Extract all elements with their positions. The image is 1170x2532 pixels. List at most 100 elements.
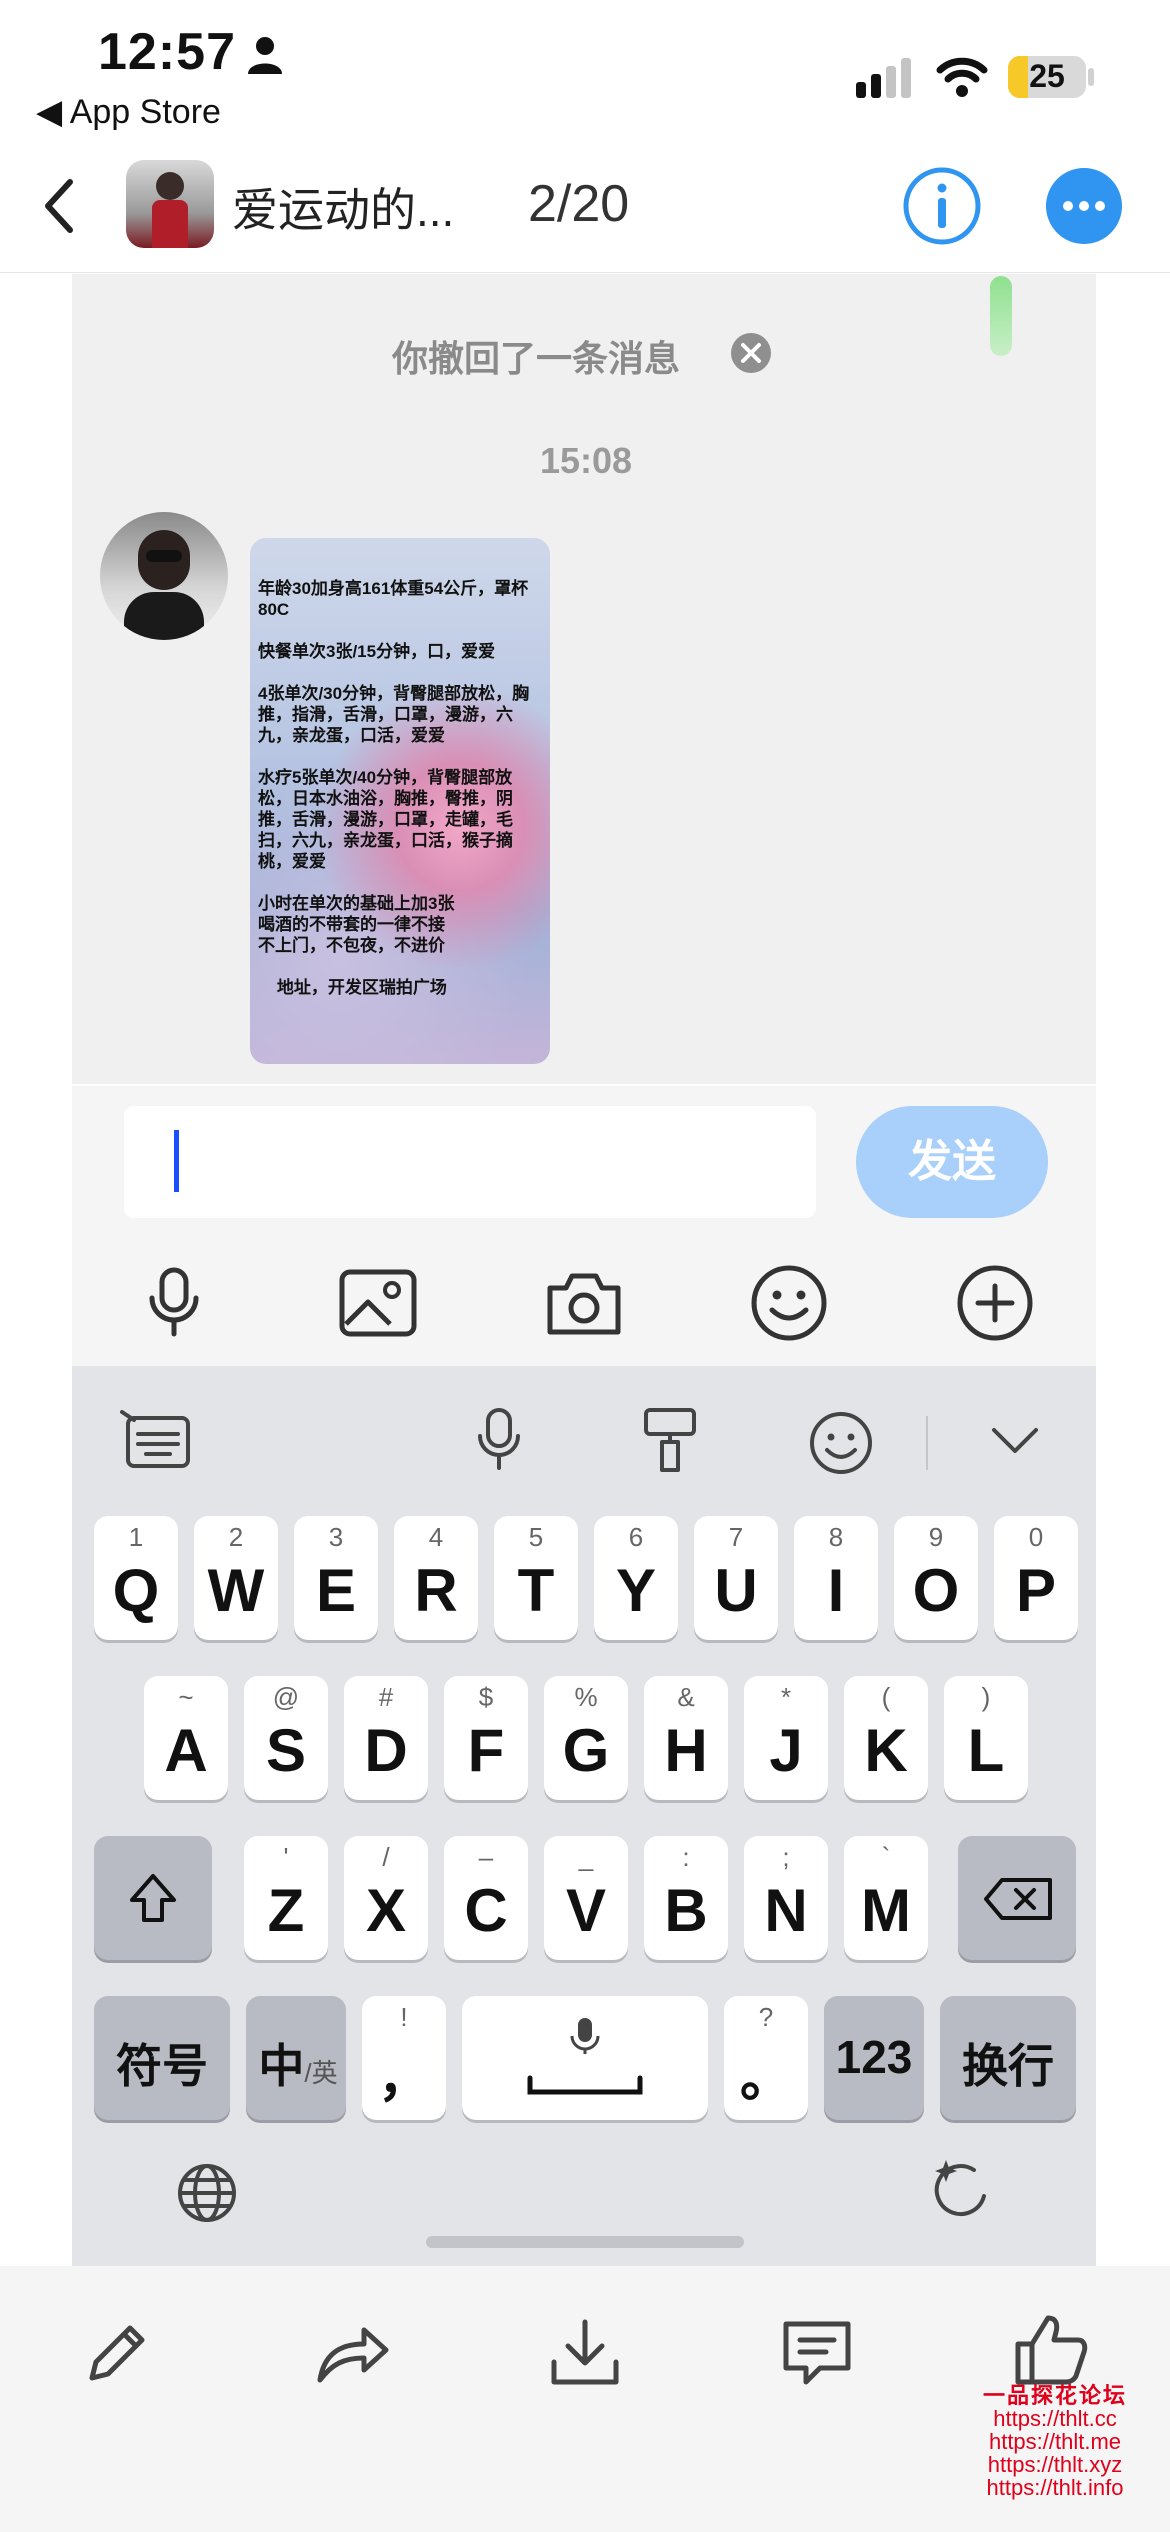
key-x[interactable]: / X <box>344 1836 428 1960</box>
key-b-letter: B <box>664 1877 708 1944</box>
backspace-key[interactable] <box>958 1836 1076 1960</box>
symbols-key-label: 符号 <box>116 2040 208 2092</box>
key-w[interactable]: 2W <box>194 1516 278 1640</box>
key-m[interactable]: ` M <box>844 1836 928 1960</box>
key-l-num: ) <box>981 1682 991 1712</box>
key-k[interactable]: (K <box>844 1676 928 1800</box>
scroll-indicator[interactable] <box>990 276 1012 356</box>
enter-key-label: 换行 <box>962 2040 1054 2092</box>
key-d-letter: D <box>364 1717 408 1784</box>
key-v[interactable]: _ V <box>544 1836 628 1960</box>
key-l-letter: L <box>967 1717 1005 1784</box>
key-u-num: 7 <box>728 1522 744 1552</box>
camera-icon[interactable] <box>544 1268 624 1338</box>
voice-input-icon[interactable] <box>474 1406 524 1472</box>
text-caret <box>174 1130 179 1192</box>
key-q[interactable]: 1Q <box>94 1516 178 1640</box>
image-message[interactable]: 年龄30加身高161体重54公斤，罩杯80C 快餐单次3张/15分钟，口，爱爱 … <box>250 538 550 1064</box>
keyboard-layout-icon[interactable] <box>120 1410 192 1470</box>
key-b[interactable]: :B <box>644 1836 728 1960</box>
key-t[interactable]: 5T <box>494 1516 578 1640</box>
language-switch-key[interactable]: 中/英 <box>246 1996 346 2120</box>
key-f[interactable]: $ F <box>444 1676 528 1800</box>
close-icon[interactable] <box>730 332 772 374</box>
key-z[interactable]: ' Z <box>244 1836 328 1960</box>
page-counter: 2/20 <box>528 175 630 233</box>
key-c-letter: C <box>464 1877 508 1944</box>
key-r[interactable]: 4R <box>394 1516 478 1640</box>
avatar-outfit <box>124 592 204 640</box>
space-key[interactable] <box>462 1996 708 2120</box>
key-m-num: ` <box>881 1842 891 1872</box>
keyboard-emoji-icon[interactable] <box>808 1410 874 1476</box>
key-f-letter: F <box>467 1717 505 1784</box>
more-options-icon[interactable] <box>1044 166 1124 246</box>
key-i-letter: I <box>827 1557 845 1624</box>
period-key-top: ? <box>758 2002 774 2032</box>
key-b-num: : <box>682 1842 690 1872</box>
microphone-icon[interactable] <box>144 1266 204 1340</box>
period-key[interactable]: ? 。 <box>724 1996 808 2120</box>
watermark-url: https://thlt.me <box>988 2429 1122 2454</box>
send-button[interactable]: 发送 <box>856 1106 1048 1218</box>
message-input[interactable] <box>124 1106 816 1218</box>
download-icon[interactable] <box>548 2316 622 2390</box>
edit-pencil-icon[interactable] <box>82 2318 152 2388</box>
key-w-letter: W <box>207 1557 265 1624</box>
key-y-num: 6 <box>628 1522 644 1552</box>
key-o[interactable]: 9O <box>894 1516 978 1640</box>
lang-alt-label: /英 <box>304 2058 338 2088</box>
thumbs-up-icon[interactable] <box>1012 2310 1088 2386</box>
contact-avatar[interactable] <box>126 160 214 248</box>
chevron-left-icon[interactable] <box>40 176 80 236</box>
shift-key[interactable] <box>94 1836 212 1960</box>
battery-indicator: 25 <box>1008 56 1086 98</box>
key-i-num: 8 <box>828 1522 844 1552</box>
info-icon[interactable] <box>902 166 982 246</box>
key-a[interactable]: ~ A <box>144 1676 228 1800</box>
key-n[interactable]: ; N <box>744 1836 828 1960</box>
enter-key[interactable]: 换行 <box>940 1996 1076 2120</box>
watermark: 一品探花论坛 https://thlt.cc https://thlt.me h… <box>950 2384 1160 2499</box>
comment-icon[interactable] <box>780 2318 854 2388</box>
key-r-letter: R <box>414 1557 458 1624</box>
key-j-num: * <box>780 1682 792 1712</box>
toolbar-divider <box>926 1416 928 1470</box>
add-icon[interactable] <box>956 1264 1034 1342</box>
image-icon[interactable] <box>338 1268 418 1338</box>
back-to-app-store-link[interactable]: ◀ App Store <box>36 92 221 132</box>
share-forward-icon[interactable] <box>314 2318 390 2388</box>
key-j[interactable]: * J <box>744 1676 828 1800</box>
ai-refresh-icon[interactable] <box>930 2156 996 2222</box>
lang-main-label: 中 <box>258 2040 305 2092</box>
key-p[interactable]: 0P <box>994 1516 1078 1640</box>
numbers-key[interactable]: 123 <box>824 1996 924 2120</box>
chevron-down-icon[interactable] <box>990 1426 1040 1456</box>
key-s[interactable]: @ S <box>244 1676 328 1800</box>
avatar-head <box>156 172 184 200</box>
key-y[interactable]: 6Y <box>594 1516 678 1640</box>
key-f-num: $ <box>478 1682 494 1712</box>
key-d[interactable]: # D <box>344 1676 428 1800</box>
home-indicator <box>426 2236 744 2248</box>
key-h[interactable]: & H <box>644 1676 728 1800</box>
key-g-num: % <box>574 1682 598 1712</box>
key-i[interactable]: 8I <box>794 1516 878 1640</box>
key-s-num: @ <box>272 1682 300 1712</box>
comma-key[interactable]: ! ， <box>362 1996 446 2120</box>
key-g[interactable]: % G <box>544 1676 628 1800</box>
key-q-num: 1 <box>128 1522 144 1552</box>
status-time: 12:57 <box>98 23 236 81</box>
sender-avatar[interactable] <box>100 512 228 640</box>
person-icon <box>248 37 282 74</box>
globe-icon[interactable] <box>176 2162 238 2224</box>
comma-key-label: ， <box>377 2050 430 2108</box>
key-e[interactable]: 3E <box>294 1516 378 1640</box>
key-l[interactable]: ) L <box>944 1676 1028 1800</box>
key-c[interactable]: – C <box>444 1836 528 1960</box>
chat-message-area[interactable] <box>72 274 1096 1084</box>
key-u[interactable]: 7U <box>694 1516 778 1640</box>
symbols-key[interactable]: 符号 <box>94 1996 230 2120</box>
emoji-icon[interactable] <box>750 1264 828 1342</box>
theme-brush-icon[interactable] <box>642 1406 698 1476</box>
